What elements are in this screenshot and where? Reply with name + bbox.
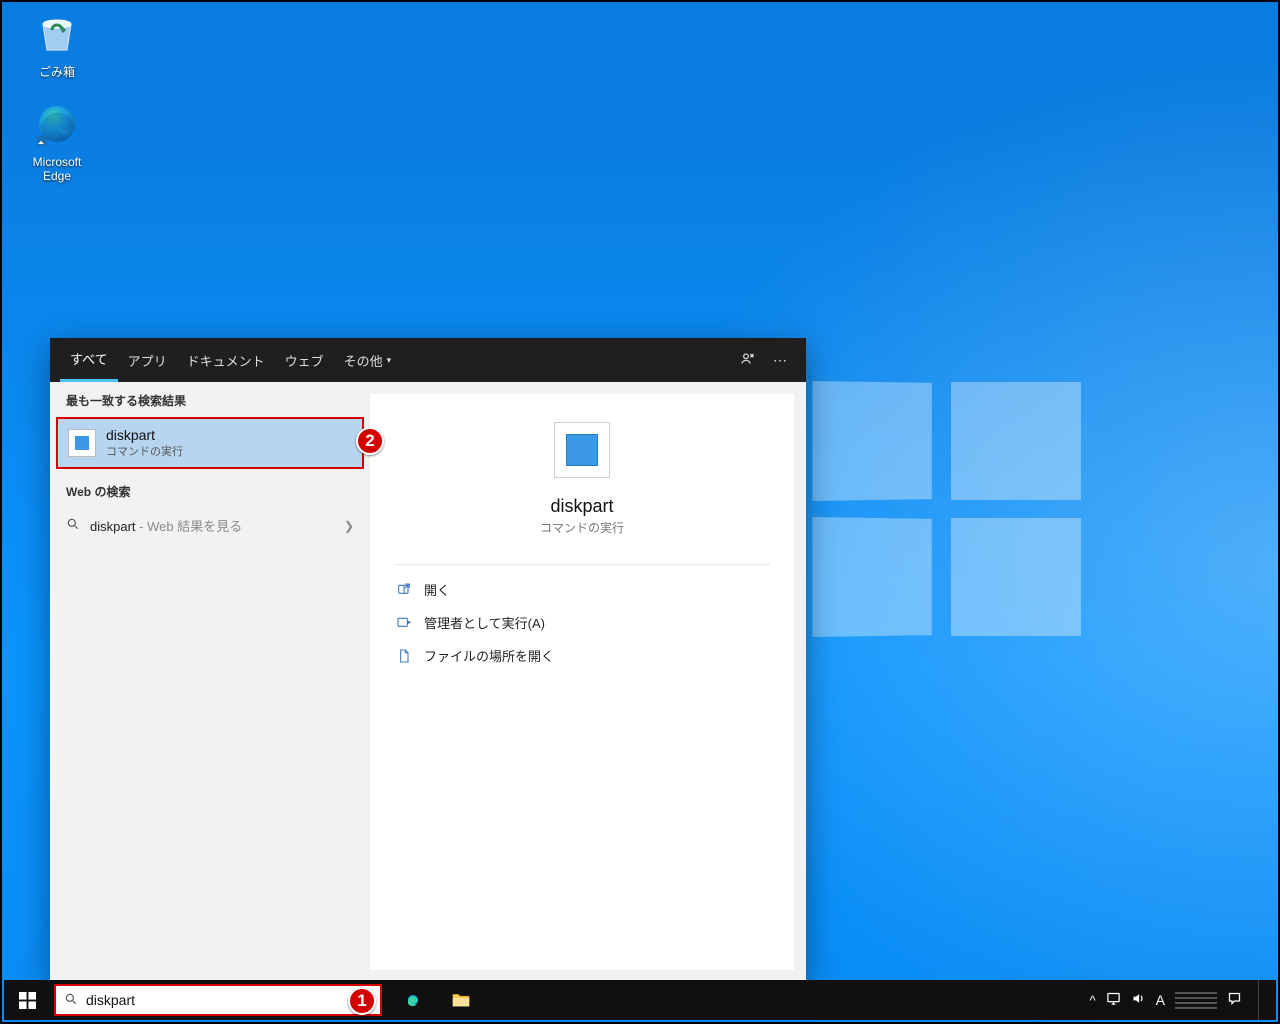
action-location-label: ファイルの場所を開く xyxy=(424,646,554,665)
web-search-result[interactable]: diskpart - Web 結果を見る ❯ xyxy=(50,506,370,545)
search-icon xyxy=(66,517,80,534)
taskbar-file-explorer[interactable] xyxy=(440,980,482,1020)
best-match-subtitle: コマンドの実行 xyxy=(106,443,183,459)
detail-pane: diskpart コマンドの実行 開く 管理者として実行(A) ファイルの場所を… xyxy=(370,394,794,970)
tab-all-label: すべて xyxy=(70,349,108,368)
tab-all[interactable]: すべて xyxy=(60,338,118,382)
tab-apps[interactable]: アプリ xyxy=(118,338,177,382)
detail-subtitle: コマンドの実行 xyxy=(540,519,624,536)
admin-icon xyxy=(396,615,412,631)
search-results-panel: すべて アプリ ドキュメント ウェブ その他 ▾ ⋯ 最も一致する検索結果 dis… xyxy=(50,338,806,982)
action-run-as-admin[interactable]: 管理者として実行(A) xyxy=(394,606,770,639)
more-options-icon[interactable]: ⋯ xyxy=(764,352,796,369)
windows-logo-watermark xyxy=(813,382,1083,642)
search-icon xyxy=(64,992,78,1009)
action-open-location[interactable]: ファイルの場所を開く xyxy=(394,639,770,672)
taskbar: 1 ^ A xyxy=(4,980,1276,1020)
detail-app-icon xyxy=(554,422,610,478)
system-tray: ^ A xyxy=(1082,980,1276,1020)
tray-clock[interactable] xyxy=(1175,991,1217,1009)
web-search-header: Web の検索 xyxy=(50,473,370,506)
desktop[interactable]: ごみ箱 Microsoft Edge すべて アプリ ドキュメント ウェブ その… xyxy=(0,0,1280,1024)
app-icon xyxy=(68,429,96,457)
results-column: 最も一致する検索結果 diskpart コマンドの実行 2 Web の検索 di… xyxy=(50,382,370,982)
tray-network-icon[interactable] xyxy=(1106,991,1121,1009)
annotation-badge-2: 2 xyxy=(356,427,384,455)
best-match-title: diskpart xyxy=(106,427,183,443)
windows-start-icon xyxy=(19,992,36,1009)
taskbar-pinned xyxy=(392,980,482,1020)
chevron-down-icon: ▾ xyxy=(387,355,392,366)
open-icon xyxy=(396,582,412,598)
desktop-icon-recycle-bin[interactable]: ごみ箱 xyxy=(19,8,95,80)
chevron-right-icon: ❯ xyxy=(344,519,354,533)
taskbar-edge[interactable] xyxy=(392,980,434,1020)
tab-more[interactable]: その他 ▾ xyxy=(334,338,402,382)
annotation-badge-1: 1 xyxy=(348,987,376,1015)
feedback-icon[interactable] xyxy=(732,351,764,370)
web-result-suffix: - Web 結果を見る xyxy=(136,519,243,534)
tray-action-center-icon[interactable] xyxy=(1227,991,1242,1009)
edge-icon xyxy=(33,100,81,148)
start-button[interactable] xyxy=(4,980,50,1020)
edge-icon xyxy=(402,989,424,1011)
search-body: 最も一致する検索結果 diskpart コマンドの実行 2 Web の検索 di… xyxy=(50,382,806,982)
tray-volume-icon[interactable] xyxy=(1131,991,1146,1009)
action-open-label: 開く xyxy=(424,580,450,599)
tab-apps-label: アプリ xyxy=(128,351,167,370)
web-result-term: diskpart xyxy=(90,519,136,534)
tab-web-label: ウェブ xyxy=(285,351,324,370)
detail-title: diskpart xyxy=(550,496,613,517)
folder-icon xyxy=(450,989,472,1011)
show-desktop-button[interactable] xyxy=(1258,980,1268,1020)
tray-overflow-icon[interactable]: ^ xyxy=(1090,993,1096,1008)
tab-web[interactable]: ウェブ xyxy=(275,338,334,382)
desktop-icon-edge[interactable]: Microsoft Edge xyxy=(19,100,95,183)
tab-documents[interactable]: ドキュメント xyxy=(177,338,275,382)
best-match-result[interactable]: diskpart コマンドの実行 2 xyxy=(56,417,364,469)
action-open[interactable]: 開く xyxy=(394,573,770,606)
separator xyxy=(394,564,770,565)
edge-label: Microsoft Edge xyxy=(19,155,95,183)
tab-docs-label: ドキュメント xyxy=(187,351,265,370)
action-admin-label: 管理者として実行(A) xyxy=(424,613,545,632)
search-input[interactable] xyxy=(84,991,372,1009)
search-tabs: すべて アプリ ドキュメント ウェブ その他 ▾ ⋯ xyxy=(50,338,806,382)
tab-more-label: その他 xyxy=(344,351,383,370)
tray-ime-indicator[interactable]: A xyxy=(1156,992,1165,1008)
recycle-bin-icon xyxy=(33,8,81,56)
recycle-bin-label: ごみ箱 xyxy=(19,63,95,80)
best-match-header: 最も一致する検索結果 xyxy=(50,382,370,415)
file-location-icon xyxy=(396,648,412,664)
taskbar-search-box[interactable]: 1 xyxy=(54,984,382,1016)
